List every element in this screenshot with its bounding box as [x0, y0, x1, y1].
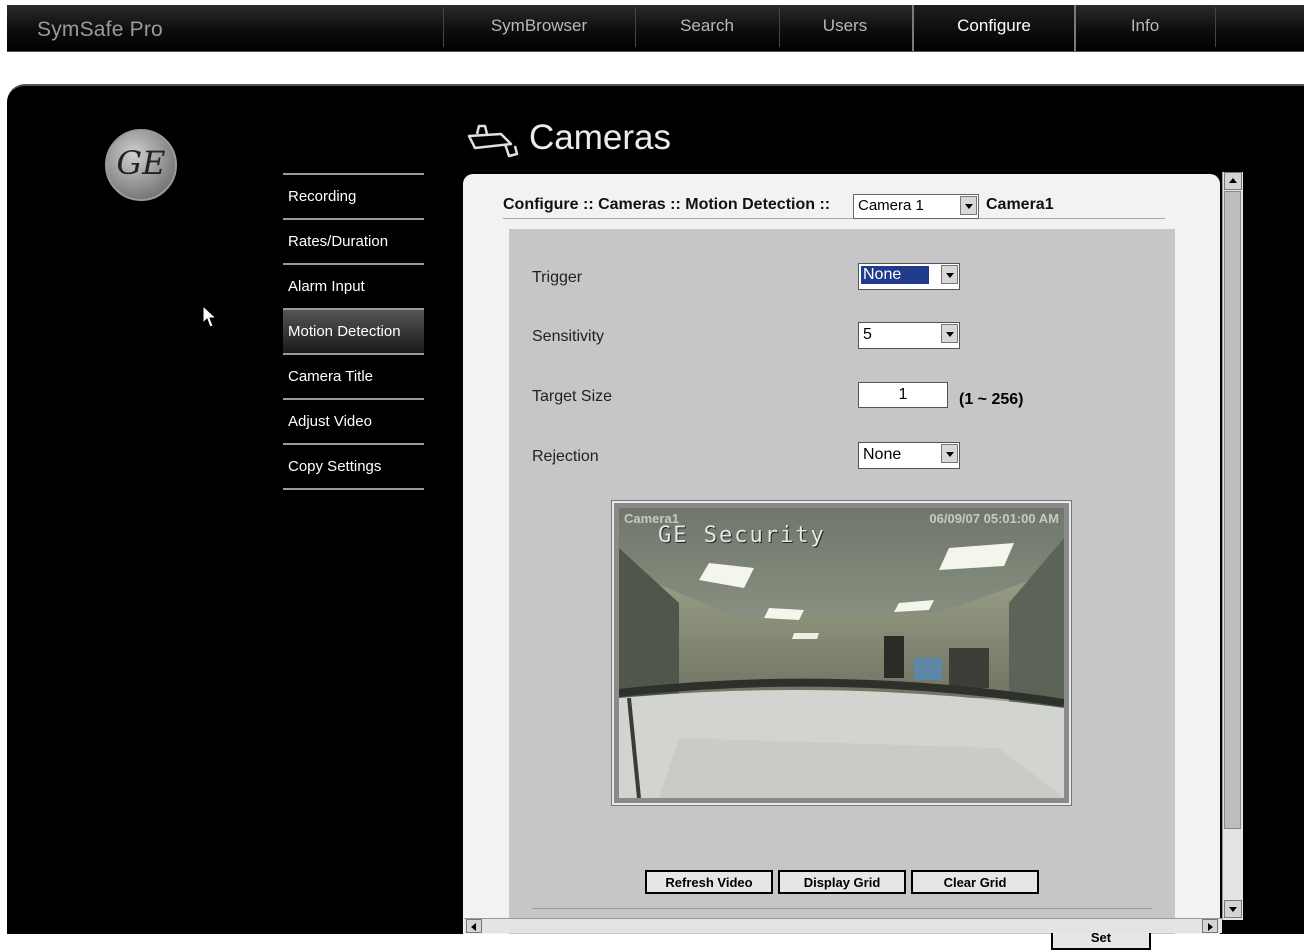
sidebar-item-recording[interactable]: Recording: [283, 173, 424, 218]
nav-separator: [635, 7, 636, 47]
vertical-scrollbar[interactable]: [1222, 172, 1243, 920]
camera-select-value: Camera 1: [858, 197, 924, 214]
display-grid-button[interactable]: Display Grid: [778, 870, 906, 894]
chevron-down-icon[interactable]: [960, 196, 977, 215]
form-divider: [532, 908, 1152, 909]
main-panel: GE Recording Rates/Duration Alarm Input …: [7, 84, 1304, 950]
nav-separator: [443, 7, 444, 47]
tab-configure[interactable]: Configure: [912, 5, 1076, 51]
clear-grid-button[interactable]: Clear Grid: [911, 870, 1039, 894]
target-size-input[interactable]: 1: [858, 382, 948, 408]
scroll-down-arrow-icon[interactable]: [1224, 900, 1242, 918]
app-title: SymSafe Pro: [37, 18, 163, 41]
rejection-label: Rejection: [532, 448, 599, 465]
sidebar-item-alarm-input[interactable]: Alarm Input: [283, 263, 424, 308]
trigger-select[interactable]: None: [858, 263, 960, 290]
sidebar-item-copy-settings[interactable]: Copy Settings: [283, 443, 424, 490]
rejection-select[interactable]: None: [858, 442, 960, 469]
sidebar-item-adjust-video[interactable]: Adjust Video: [283, 398, 424, 443]
sidebar-item-rates-duration[interactable]: Rates/Duration: [283, 218, 424, 263]
tab-users[interactable]: Users: [781, 5, 909, 51]
sensitivity-select[interactable]: 5: [858, 322, 960, 349]
scroll-right-arrow-icon[interactable]: [1202, 919, 1218, 933]
camera-name-label: Camera1: [986, 196, 1054, 213]
chevron-down-icon[interactable]: [941, 324, 958, 343]
target-size-label: Target Size: [532, 388, 613, 405]
page-title: Cameras: [529, 118, 671, 157]
tab-symbrowser[interactable]: SymBrowser: [447, 5, 631, 51]
chevron-down-icon[interactable]: [941, 265, 958, 284]
sensitivity-select-value: 5: [863, 326, 872, 343]
camera-select[interactable]: Camera 1: [853, 194, 979, 219]
breadcrumb-row: Configure :: Cameras :: Motion Detection…: [503, 186, 1165, 219]
mouse-cursor-icon: [202, 305, 218, 328]
motion-detection-form: Trigger None Sensitivity 5 Target Size 1…: [509, 229, 1175, 950]
tab-info[interactable]: Info: [1075, 5, 1215, 51]
sensitivity-label: Sensitivity: [532, 328, 605, 345]
ge-logo: GE: [105, 129, 177, 201]
rejection-select-value: None: [863, 446, 902, 463]
ge-logo-text: GE: [116, 144, 166, 182]
top-nav-bar: SymSafe Pro SymBrowser Search Users Conf…: [7, 5, 1304, 52]
horizontal-scrollbar[interactable]: [464, 918, 1222, 933]
sidebar-item-camera-title[interactable]: Camera Title: [283, 353, 424, 398]
sidebar-menu: Recording Rates/Duration Alarm Input Mot…: [283, 173, 424, 490]
refresh-video-button[interactable]: Refresh Video: [645, 870, 773, 894]
vertical-scroll-thumb[interactable]: [1224, 191, 1241, 829]
nav-separator: [779, 7, 780, 47]
trigger-select-value: None: [859, 265, 931, 285]
trigger-label: Trigger: [532, 269, 583, 286]
tab-search[interactable]: Search: [637, 5, 777, 51]
breadcrumb: Configure :: Cameras :: Motion Detection…: [503, 196, 831, 213]
video-brand-overlay: GE Security: [658, 523, 826, 548]
target-size-range: (1 ~ 256): [959, 391, 1024, 408]
camera-video-image: [619, 508, 1064, 798]
camera-video-preview[interactable]: Camera1 06/09/07 05:01:00 AM GE Security: [612, 501, 1071, 805]
camera-icon: [467, 124, 519, 158]
video-timestamp: 06/09/07 05:01:00 AM: [929, 511, 1059, 526]
scroll-left-arrow-icon[interactable]: [466, 919, 482, 933]
nav-separator: [1215, 7, 1216, 47]
content-panel: Configure :: Cameras :: Motion Detection…: [463, 174, 1220, 950]
chevron-down-icon[interactable]: [941, 444, 958, 463]
sidebar-item-motion-detection[interactable]: Motion Detection: [283, 308, 424, 353]
scroll-up-arrow-icon[interactable]: [1224, 172, 1242, 190]
